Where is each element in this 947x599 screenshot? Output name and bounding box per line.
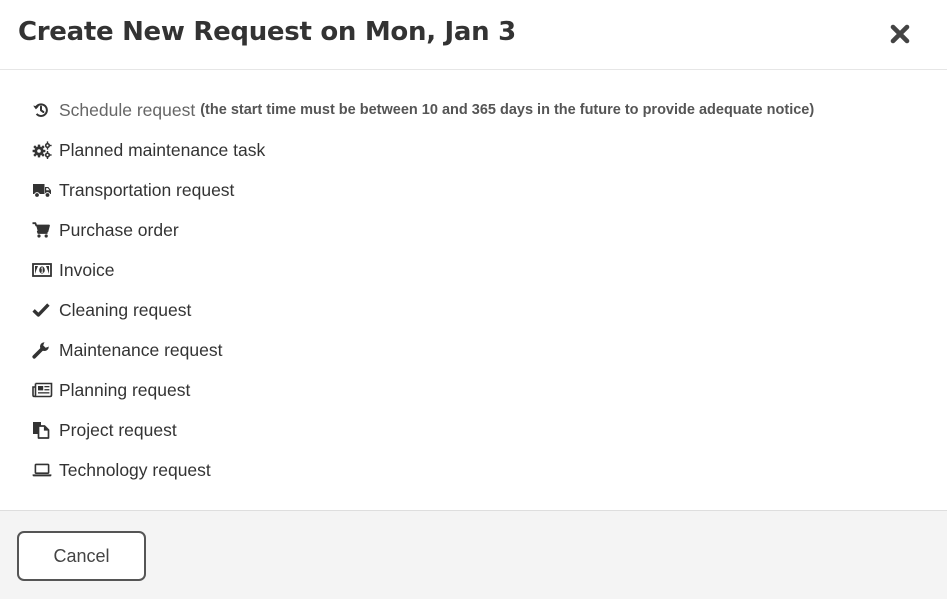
dialog-title: Create New Request on Mon, Jan 3 [18,17,516,47]
wrench-icon [32,340,54,360]
request-option-label: Schedule request [59,99,196,120]
request-option-maintenance[interactable]: Maintenance request [32,330,814,370]
checkmark-icon [32,300,54,320]
close-button[interactable] [884,18,916,50]
shopping-cart-icon [32,220,54,240]
request-option-purchase-order[interactable]: Purchase order [32,210,814,250]
request-option-label: Planning request [59,379,191,400]
request-option-schedule[interactable]: Schedule request (the start time must be… [32,90,814,130]
request-type-list: Schedule request (the start time must be… [32,90,814,490]
close-icon [890,24,910,44]
request-option-invoice[interactable]: Invoice [32,250,814,290]
gears-icon [32,140,54,160]
newspaper-icon [32,380,54,400]
request-option-label: Cleaning request [59,299,192,320]
request-option-label: Technology request [59,459,211,480]
dialog-footer: Cancel [0,510,947,599]
request-option-label: Project request [59,419,177,440]
request-option-label: Transportation request [59,179,235,200]
request-option-label: Purchase order [59,219,179,240]
money-bill-icon [32,260,54,280]
request-option-label: Maintenance request [59,339,223,360]
laptop-icon [32,460,54,480]
request-option-project[interactable]: Project request [32,410,814,450]
documents-icon [32,420,54,440]
request-option-planning[interactable]: Planning request [32,370,814,410]
request-option-cleaning[interactable]: Cleaning request [32,290,814,330]
cancel-button[interactable]: Cancel [17,531,146,581]
history-icon [32,100,54,120]
create-request-dialog: Create New Request on Mon, Jan 3 Schedul… [0,0,947,599]
dialog-body: Schedule request (the start time must be… [0,70,947,510]
schedule-notice-text: (the start time must be between 10 and 3… [200,102,815,118]
dialog-header: Create New Request on Mon, Jan 3 [0,0,947,70]
request-option-technology[interactable]: Technology request [32,450,814,490]
request-option-transportation[interactable]: Transportation request [32,170,814,210]
truck-icon [32,180,54,200]
request-option-label: Invoice [59,259,115,280]
request-option-planned-maintenance[interactable]: Planned maintenance task [32,130,814,170]
request-option-label: Planned maintenance task [59,139,266,160]
